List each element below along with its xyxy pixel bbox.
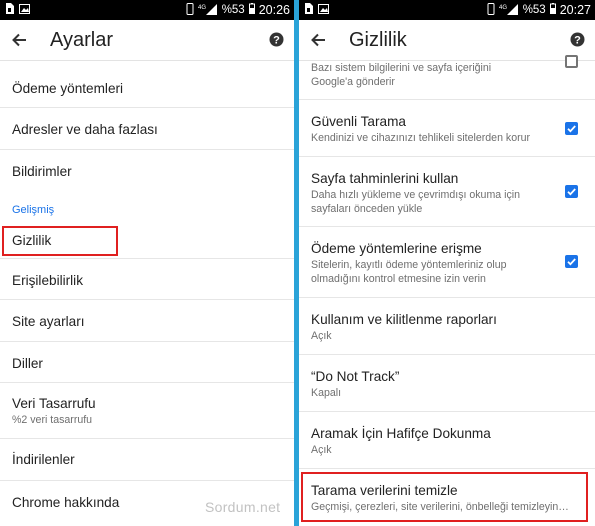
battery-level: %53 — [522, 4, 546, 16]
signal-icon: 4G — [198, 3, 218, 18]
watermark: Sordum.net — [205, 499, 281, 515]
settings-item-label: Diller — [12, 356, 43, 371]
checkbox-checked[interactable] — [565, 185, 578, 198]
settings-item-label: Chrome hakkında — [12, 495, 120, 510]
settings-list: Ödeme yöntemleri Adresler ve daha fazlas… — [0, 67, 294, 523]
settings-screen: 4G %53 20:26 Ayarlar ? Ödeme yöntemleri … — [0, 0, 294, 526]
settings-item-label: Kullanım ve kilitlenme raporları — [311, 312, 497, 327]
svg-text:?: ? — [574, 35, 581, 47]
settings-item-label: Güvenli Tarama — [311, 114, 406, 129]
settings-item-usage-reports[interactable]: Kullanım ve kilitlenme raporları Açık — [299, 298, 595, 355]
settings-item-summary: Bazı sistem bilgilerini ve sayfa içeriği… — [311, 62, 492, 74]
svg-text:4G: 4G — [198, 5, 206, 11]
settings-item-summary: Kendinizi ve cihazınızı tehlikeli sitele… — [311, 132, 531, 144]
settings-item-summary: Daha hızlı yükleme ve çevrimdışı okuma i… — [311, 189, 521, 201]
settings-item-summary: Açık — [311, 444, 332, 456]
settings-item-safe-browsing[interactable]: Güvenli Tarama Kendinizi ve cihazınızı t… — [299, 100, 595, 157]
settings-item-help-improve[interactable]: Bazı sistem bilgilerini ve sayfa içeriği… — [299, 55, 595, 100]
back-arrow-icon[interactable] — [10, 30, 30, 50]
settings-item-languages[interactable]: Diller — [0, 342, 294, 383]
settings-item-label: İndirilenler — [12, 452, 75, 467]
section-label: Gelişmiş — [12, 204, 55, 216]
settings-item-label: “Do Not Track” — [311, 369, 400, 384]
settings-item-summary: Google'a gönderir — [311, 76, 395, 88]
checkbox[interactable] — [565, 55, 578, 68]
settings-item-summary: Geçmişi, çerezleri, site verilerini, önb… — [311, 501, 569, 513]
settings-item-label: Ödeme yöntemleri — [12, 81, 124, 96]
section-header-advanced: Gelişmiş — [0, 191, 294, 223]
clock: 20:26 — [258, 3, 290, 17]
battery-level: %53 — [221, 4, 245, 16]
sim-icon — [304, 3, 313, 17]
svg-text:4G: 4G — [499, 5, 507, 11]
battery-icon — [248, 3, 255, 17]
settings-item-site-settings[interactable]: Site ayarları — [0, 300, 294, 342]
checkbox-checked[interactable] — [565, 122, 578, 135]
battery-icon — [549, 3, 556, 17]
vibrate-icon — [487, 2, 495, 18]
app-toolbar: Ayarlar ? — [0, 20, 294, 61]
status-bar: 4G %53 20:26 — [0, 0, 294, 20]
settings-item-addresses[interactable]: Adresler ve daha fazlası — [0, 108, 294, 150]
vibrate-icon — [186, 2, 194, 18]
clock: 20:27 — [559, 3, 591, 17]
settings-item-do-not-track[interactable]: “Do Not Track” Kapalı — [299, 355, 595, 412]
svg-text:?: ? — [273, 35, 280, 47]
settings-item-label: Site ayarları — [12, 314, 85, 329]
help-icon[interactable]: ? — [570, 32, 585, 47]
back-arrow-icon[interactable] — [309, 30, 329, 50]
settings-item-label: Gizlilik — [12, 233, 52, 248]
settings-item-label: Aramak İçin Hafifçe Dokunma — [311, 426, 491, 441]
signal-icon: 4G — [499, 3, 519, 18]
status-bar: 4G %53 20:27 — [299, 0, 595, 20]
settings-item-accessibility[interactable]: Erişilebilirlik — [0, 259, 294, 300]
settings-item-label: Tarama verilerini temizle — [311, 483, 458, 498]
settings-item-data-saver[interactable]: Veri Tasarrufu %2 veri tasarrufu — [0, 383, 294, 439]
settings-item-clear-browsing-data[interactable]: Tarama verilerini temizle Geçmişi, çerez… — [299, 469, 595, 526]
checkbox-checked[interactable] — [565, 255, 578, 268]
app-toolbar: Gizlilik ? — [299, 20, 595, 61]
page-title: Gizlilik — [349, 28, 407, 51]
privacy-settings-list: Bazı sistem bilgilerini ve sayfa içeriği… — [299, 55, 595, 526]
settings-item-summary: olmadığını kontrol etmesine izin verin — [311, 273, 486, 285]
settings-item-label: Erişilebilirlik — [12, 273, 83, 288]
settings-item-summary: sayfaları önceden yükle — [311, 203, 423, 215]
settings-item-label: Veri Tasarrufu — [12, 396, 96, 411]
settings-item-payment-access[interactable]: Ödeme yöntemlerine erişme Sitelerin, kay… — [299, 227, 595, 298]
privacy-screen: 4G %53 20:27 Gizlilik ? Bazı sistem bilg… — [299, 0, 595, 526]
settings-item-summary: Açık — [311, 330, 332, 342]
settings-item-summary: Kapalı — [311, 387, 342, 399]
settings-item-page-prediction[interactable]: Sayfa tahminlerini kullan Daha hızlı yük… — [299, 157, 595, 227]
settings-item-payment-methods[interactable]: Ödeme yöntemleri — [0, 67, 294, 108]
gallery-icon — [318, 3, 329, 17]
page-title: Ayarlar — [50, 28, 113, 51]
sim-icon — [5, 3, 14, 17]
help-icon[interactable]: ? — [269, 32, 284, 47]
settings-item-privacy[interactable]: Gizlilik — [0, 223, 294, 259]
gallery-icon — [19, 3, 30, 17]
settings-item-label: Sayfa tahminlerini kullan — [311, 171, 459, 186]
settings-item-summary: %2 veri tasarrufu — [12, 414, 93, 426]
settings-item-touch-to-search[interactable]: Aramak İçin Hafifçe Dokunma Açık — [299, 412, 595, 469]
settings-item-label: Adresler ve daha fazlası — [12, 122, 158, 137]
settings-item-label: Ödeme yöntemlerine erişme — [311, 241, 482, 256]
settings-item-label: Bildirimler — [12, 164, 72, 179]
settings-item-summary: Sitelerin, kayıtlı ödeme yöntemleriniz o… — [311, 259, 507, 271]
settings-item-downloads[interactable]: İndirilenler — [0, 439, 294, 481]
settings-item-notifications[interactable]: Bildirimler — [0, 150, 294, 191]
